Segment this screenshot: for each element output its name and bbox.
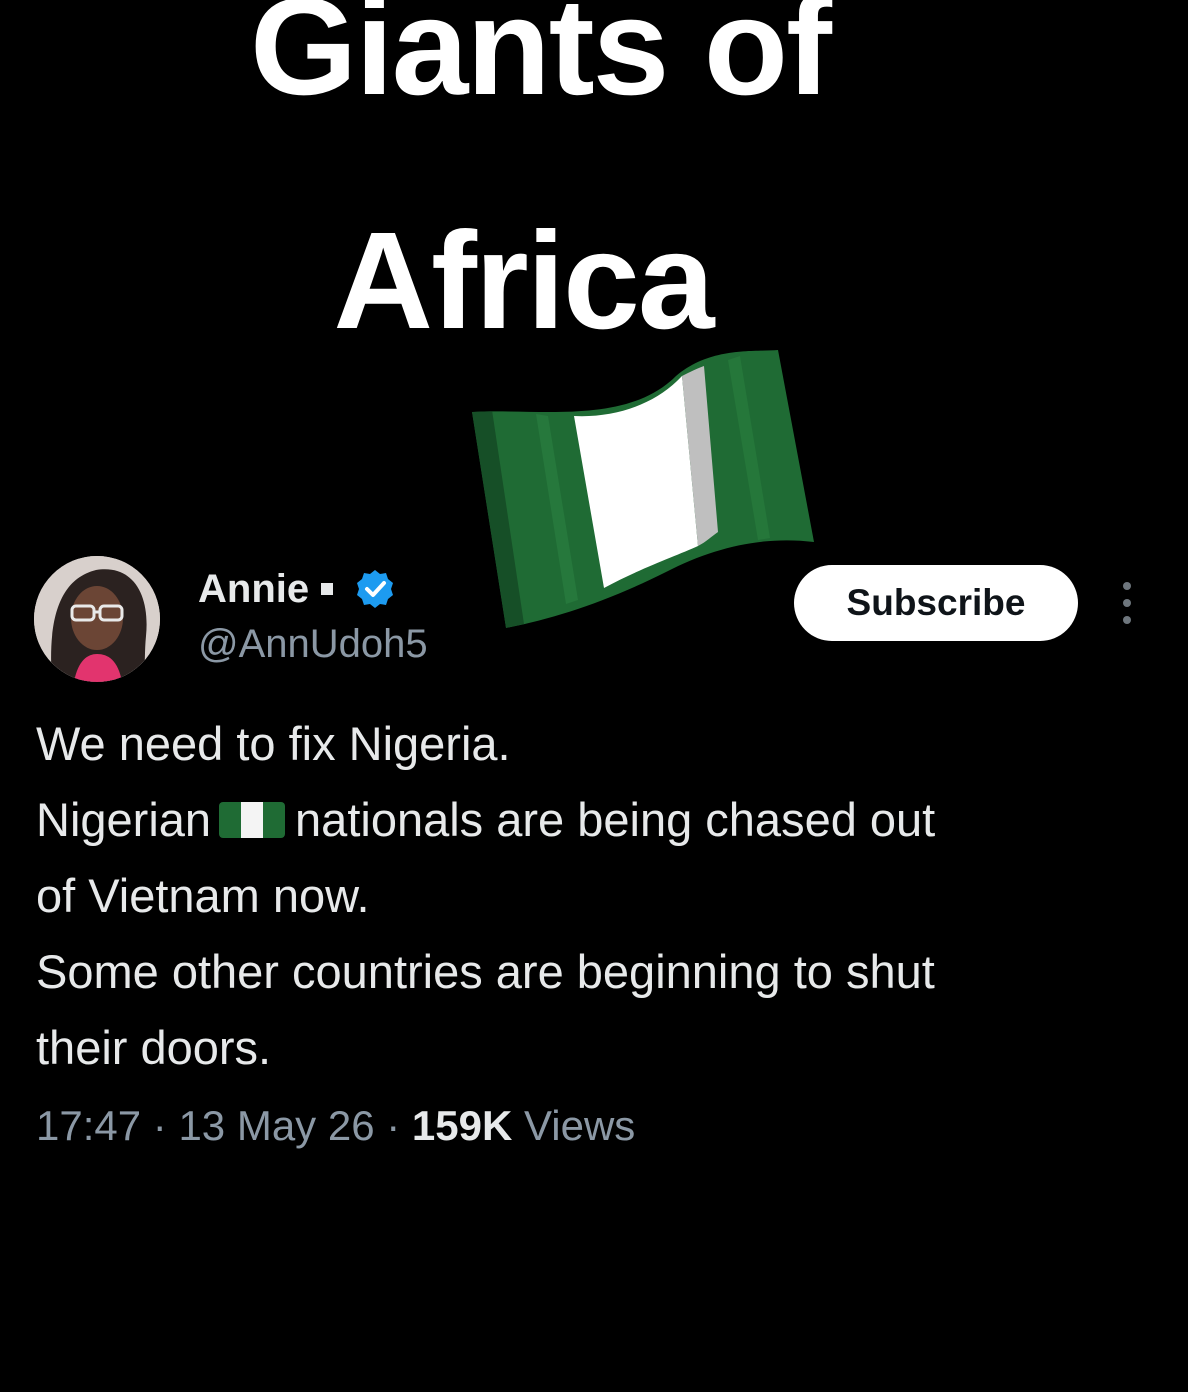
subscribe-button[interactable]: Subscribe: [794, 565, 1078, 641]
profile-photo: [34, 556, 160, 682]
tweet-date[interactable]: 13 May 26: [178, 1102, 374, 1149]
vertical-ellipsis-icon[interactable]: [1112, 580, 1142, 626]
overlay-title-line1: Giants of: [249, 0, 832, 124]
verified-badge-icon: [357, 570, 394, 608]
views-count[interactable]: 159K: [412, 1102, 512, 1149]
tweet-line-1: We need to fix Nigeria.: [36, 717, 511, 770]
author-name[interactable]: Annie: [198, 567, 309, 612]
avatar[interactable]: [34, 556, 160, 682]
tweet-line-5: their doors.: [36, 1021, 272, 1074]
tweet-line-2-start: Nigerian: [36, 793, 212, 846]
meta-separator: ·: [386, 1102, 401, 1149]
overlay-title-line2: Africa: [333, 204, 714, 358]
tweet-text: We need to fix Nigeria. Nigerian national…: [36, 706, 1166, 1086]
author-handle[interactable]: @AnnUdoh5: [198, 622, 428, 667]
nigeria-flag-emoji: [219, 802, 286, 838]
tweet-time[interactable]: 17:47: [36, 1102, 141, 1149]
meta-separator: ·: [152, 1102, 167, 1149]
tweet-line-2: Nigerian nationals are being chased out: [36, 782, 1166, 858]
tweet-line-3: of Vietnam now.: [36, 869, 370, 922]
nigeria-flag-icon: [472, 350, 814, 628]
tweet-meta: 17:47 · 13 May 26 · 159K Views: [36, 1102, 635, 1150]
author-name-row[interactable]: Annie: [198, 566, 395, 612]
name-emoji-square: [321, 583, 334, 595]
tweet-line-4: Some other countries are beginning to sh…: [36, 945, 935, 998]
views-label: Views: [524, 1102, 636, 1149]
tweet-line-2-end: nationals are being chased out: [295, 793, 936, 846]
